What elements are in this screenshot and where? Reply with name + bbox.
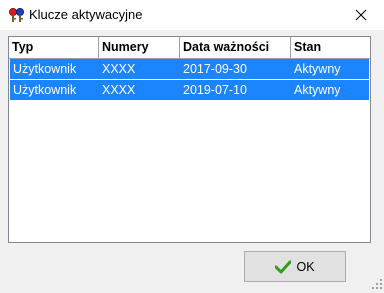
cell-expiry-date: 2019-07-10 [183,83,247,97]
cell-numbers: XXXX [102,83,136,97]
cell-type: Użytkownik [13,83,77,97]
activation-keys-list[interactable]: Typ Numery Data ważności Stan Użytkownik… [8,36,371,243]
column-header-type[interactable]: Typ [9,37,99,58]
ok-button[interactable]: OK [244,251,346,282]
ok-button-label: OK [296,259,315,274]
close-icon [355,9,367,21]
title-bar: Klucze aktywacyjne [0,0,384,30]
column-header-numbers[interactable]: Numery [99,37,180,58]
cell-expiry-date: 2017-09-30 [183,62,247,76]
table-row[interactable]: Użytkownik XXXX 2017-09-30 Aktywny [10,59,369,79]
list-header: Typ Numery Data ważności Stan [9,37,370,59]
column-header-status[interactable]: Stan [291,37,370,58]
table-row[interactable]: Użytkownik XXXX 2019-07-10 Aktywny [10,80,369,100]
window-title: Klucze aktywacyjne [29,7,143,22]
cell-status: Aktywny [294,62,341,76]
resize-grip-icon[interactable] [371,278,383,290]
column-header-expiry-date[interactable]: Data ważności [180,37,291,58]
close-button[interactable] [338,0,384,30]
keys-icon [8,7,26,23]
check-icon [275,260,292,273]
cell-numbers: XXXX [102,62,136,76]
dialog-window: Klucze aktywacyjne Typ Numery Data ważno… [0,0,384,291]
cell-type: Użytkownik [13,62,77,76]
cell-status: Aktywny [294,83,341,97]
